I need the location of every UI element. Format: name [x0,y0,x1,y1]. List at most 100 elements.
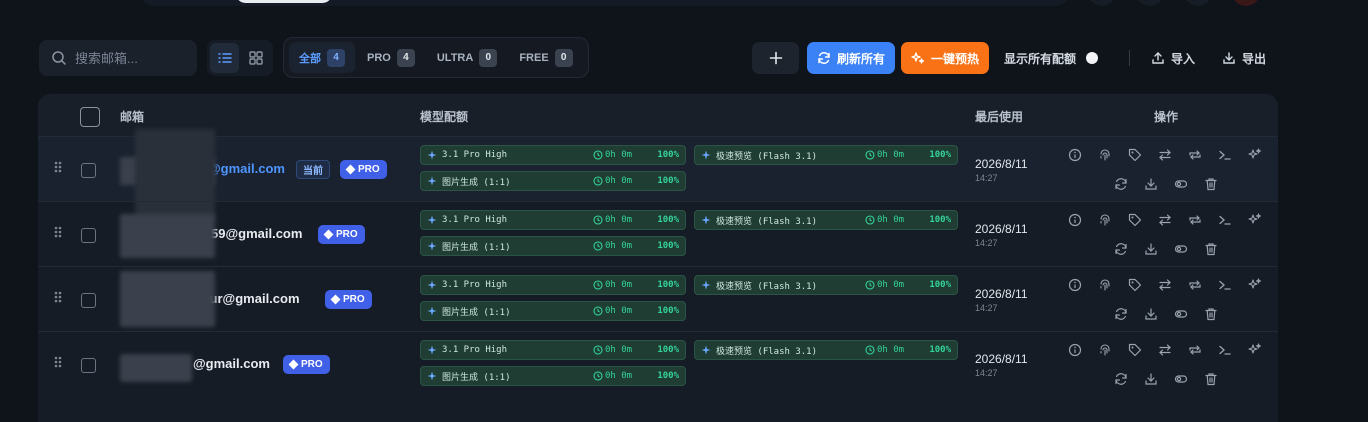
toggle-action-button[interactable] [1172,370,1190,388]
trash-action-button[interactable] [1202,370,1220,388]
list-view-button[interactable] [210,43,239,73]
refresh-action-button[interactable] [1112,240,1130,258]
refresh-action-button[interactable] [1112,305,1130,323]
last-used-date: 2026/8/11 [975,157,1028,171]
trash-icon [1205,308,1217,321]
select-all-checkbox[interactable] [80,107,100,127]
info-action-button[interactable] [1066,276,1084,294]
filter-tab-pro[interactable]: PRO 4 [357,42,425,73]
model-quota-chip[interactable]: 极速预览 (Flash 3.1) 0h 0m 100% [694,340,958,360]
terminal-action-button[interactable] [1216,146,1234,164]
drag-handle[interactable] [53,291,63,303]
model-name: 3.1 Pro High [442,280,508,290]
last-used: 2026/8/11 14:27 [975,352,1028,378]
download-action-button[interactable] [1142,240,1160,258]
drag-handle[interactable] [53,161,63,173]
repeat-action-button[interactable] [1186,211,1204,229]
switch-action-button[interactable] [1156,341,1174,359]
info-icon [1068,213,1082,227]
star-icon [427,150,437,160]
repeat-action-button[interactable] [1186,276,1204,294]
show-all-quota-toggle[interactable]: 显示所有配额 [1004,42,1113,74]
tag-action-button[interactable] [1126,341,1144,359]
refresh-action-button[interactable] [1112,370,1130,388]
drag-handle[interactable] [53,356,63,368]
import-button[interactable]: 导入 [1151,42,1195,74]
tag-action-button[interactable] [1126,211,1144,229]
switch-action-button[interactable] [1156,146,1174,164]
model-quota-chip[interactable]: 图片生成 (1:1) 0h 0m 100% [420,171,686,191]
last-used-date: 2026/8/11 [975,222,1028,236]
sparkles-action-button[interactable] [1246,211,1264,229]
table-row[interactable]: ipur@gmail.com PRO 3.1 Pro High 0h 0m 100% 极速… [38,266,1278,331]
drag-handle[interactable] [53,226,63,238]
terminal-action-button[interactable] [1216,341,1234,359]
table-row[interactable]: @gmail.com 当前 PRO 3.1 Pro High 0h 0m 100% 极速预览… [38,129,1278,219]
refresh-all-button[interactable]: 刷新所有 [807,42,895,74]
switch-action-button[interactable] [1156,211,1174,229]
model-quota-chip[interactable]: 3.1 Pro High 0h 0m 100% [420,145,686,165]
filter-tab-all[interactable]: 全部 4 [289,42,355,73]
info-action-button[interactable] [1066,211,1084,229]
quota-percent: 100% [657,215,679,225]
sparkles-action-button[interactable] [1246,276,1264,294]
tag-action-button[interactable] [1126,276,1144,294]
table-row[interactable]: @gmail.com PRO 3.1 Pro High 0h 0m 100% 极速预览 (… [38,331,1278,396]
switch-action-button[interactable] [1156,276,1174,294]
switch-icon [1159,214,1171,226]
fingerprint-action-button[interactable] [1096,146,1114,164]
filter-tab-free[interactable]: FREE 0 [509,42,582,73]
info-action-button[interactable] [1066,146,1084,164]
search-input[interactable] [75,50,193,66]
terminal-action-button[interactable] [1216,276,1234,294]
table-row[interactable]: 59@gmail.com PRO 3.1 Pro High 0h 0m 100% 极速预览… [38,201,1278,266]
fingerprint-action-button[interactable] [1096,276,1114,294]
toggle-action-button[interactable] [1172,305,1190,323]
terminal-icon [1219,150,1231,160]
filter-tab-ultra[interactable]: ULTRA 0 [427,42,507,73]
repeat-action-button[interactable] [1186,341,1204,359]
toggle-knob [1086,52,1099,64]
reset-time: 0h 0m [593,306,649,316]
model-quota-chip[interactable]: 极速预览 (Flash 3.1) 0h 0m 100% [694,275,958,295]
model-quota-chip[interactable]: 极速预览 (Flash 3.1) 0h 0m 100% [694,145,958,165]
trash-action-button[interactable] [1202,305,1220,323]
toggle-switch[interactable] [1086,51,1113,65]
refresh-icon [818,52,830,64]
download-action-button[interactable] [1142,175,1160,193]
sparkles-action-button[interactable] [1246,146,1264,164]
model-quota-chip[interactable]: 图片生成 (1:1) 0h 0m 100% [420,301,686,321]
repeat-action-button[interactable] [1186,146,1204,164]
model-quota-chip[interactable]: 3.1 Pro High 0h 0m 100% [420,275,686,295]
refresh-action-button[interactable] [1112,175,1130,193]
info-action-button[interactable] [1066,341,1084,359]
grid-view-button[interactable] [241,43,270,73]
tier-label: PRO [336,229,358,240]
toggle-action-button[interactable] [1172,240,1190,258]
one-click-preheat-button[interactable]: 一键预热 [901,42,989,74]
add-account-button[interactable] [752,42,799,74]
download-action-button[interactable] [1142,370,1160,388]
row-checkbox[interactable] [81,163,96,178]
model-quota-chip[interactable]: 图片生成 (1:1) 0h 0m 100% [420,236,686,256]
model-quota-chip[interactable]: 图片生成 (1:1) 0h 0m 100% [420,366,686,386]
fingerprint-action-button[interactable] [1096,211,1114,229]
export-button[interactable]: 导出 [1222,42,1266,74]
download-icon [1145,308,1157,320]
row-checkbox[interactable] [81,228,96,243]
tag-action-button[interactable] [1126,146,1144,164]
model-quota-chip[interactable]: 3.1 Pro High 0h 0m 100% [420,340,686,360]
terminal-action-button[interactable] [1216,211,1234,229]
quota-percent: 100% [929,345,951,355]
model-quota-chip[interactable]: 极速预览 (Flash 3.1) 0h 0m 100% [694,210,958,230]
trash-action-button[interactable] [1202,240,1220,258]
row-checkbox[interactable] [81,358,96,373]
model-quota-chip[interactable]: 3.1 Pro High 0h 0m 100% [420,210,686,230]
sparkles-action-button[interactable] [1246,341,1264,359]
trash-action-button[interactable] [1202,175,1220,193]
fingerprint-action-button[interactable] [1096,341,1114,359]
row-checkbox[interactable] [81,293,96,308]
download-action-button[interactable] [1142,305,1160,323]
model-name: 3.1 Pro High [442,215,508,225]
toggle-action-button[interactable] [1172,175,1190,193]
